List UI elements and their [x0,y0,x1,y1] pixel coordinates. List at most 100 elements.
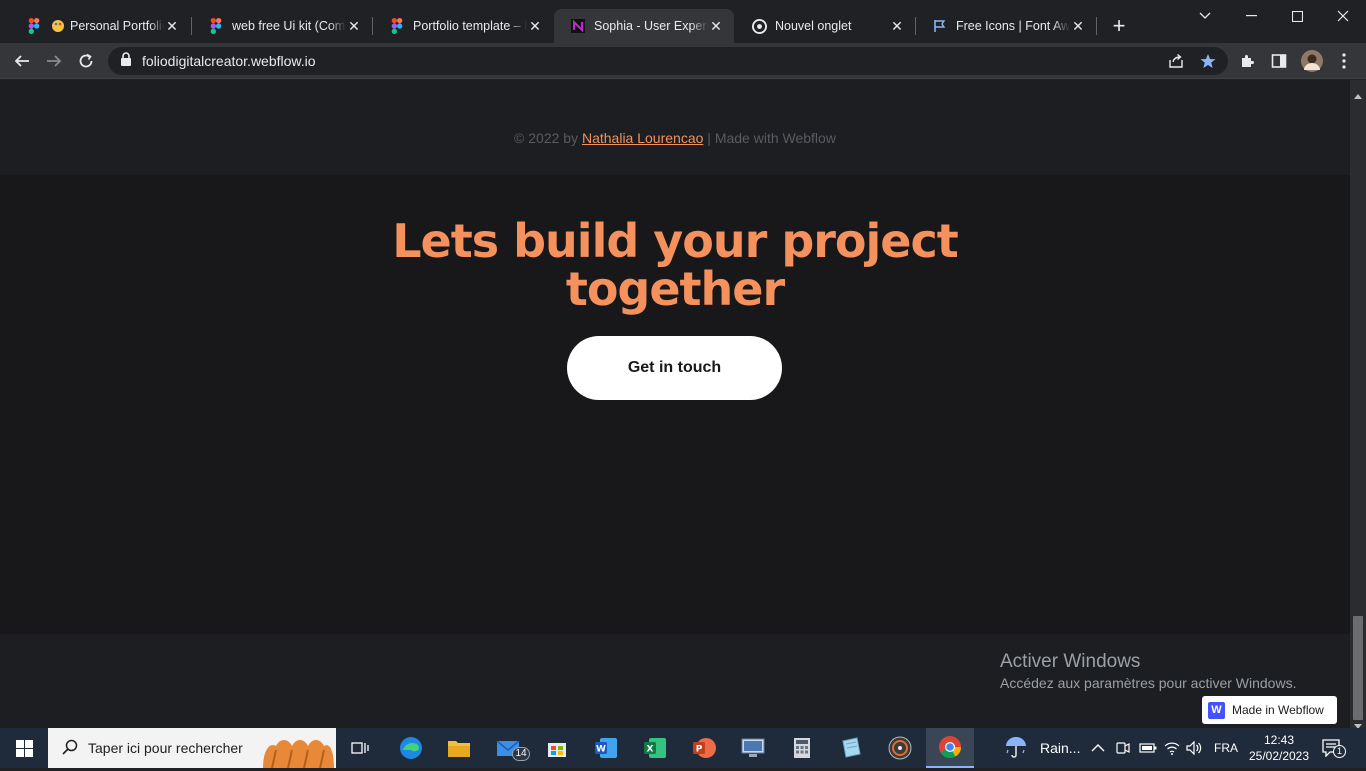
forward-icon[interactable] [40,47,68,75]
previous-section [0,80,1350,175]
tab-portfolio-template[interactable]: Portfolio template – Fi ✕ [373,9,553,43]
cta-headline: Lets build your project together [0,217,1350,313]
figma-icon [389,18,405,34]
copyright-text: © 2022 by [514,130,582,146]
tab-title: Portfolio template – Fi [413,19,527,33]
reload-icon[interactable] [72,47,100,75]
microsoft-store-icon[interactable] [534,728,580,768]
minimize-icon[interactable] [1228,0,1274,32]
svg-text:P: P [696,745,703,755]
footer-credits: © 2022 by Nathalia Lourencao | Made with… [0,130,1350,146]
maximize-icon[interactable] [1274,0,1320,32]
made-in-webflow-badge[interactable]: W Made in Webflow [1202,696,1337,724]
clock-date: 25/02/2023 [1248,749,1310,763]
menu-kebab-icon[interactable] [1330,47,1358,75]
chrome-taskbar-icon[interactable] [926,728,974,768]
bookmark-star-icon[interactable] [1194,47,1222,75]
figma-icon [208,18,224,34]
edge-browser-icon[interactable] [388,728,434,768]
author-link[interactable]: Nathalia Lourencao [582,130,703,146]
scroll-thumb[interactable] [1353,616,1363,720]
tab-personal-portfolio[interactable]: Personal Portfolio ✕ [10,9,190,43]
windows-taskbar: Taper ici pour rechercher 14 W X P Rain.… [0,728,1366,771]
tab-search-icon[interactable] [1182,0,1228,32]
close-tab-icon[interactable]: ✕ [889,18,905,34]
remote-desktop-icon[interactable] [730,728,776,768]
svg-text:X: X [647,745,654,755]
get-in-touch-button[interactable]: Get in touch [567,336,782,400]
back-icon[interactable] [8,47,36,75]
browser-toolbar: foliodigitalcreator.webflow.io [0,43,1366,79]
side-panel-icon[interactable] [1265,47,1293,75]
umbrella-rain-icon [1004,735,1030,762]
tab-nouvel-onglet[interactable]: Nouvel onglet ✕ [735,9,915,43]
made-with-webflow-text: Made with Webflow [714,130,836,146]
close-window-icon[interactable] [1320,0,1366,32]
windows-start-icon[interactable] [0,728,48,768]
show-hidden-icons-chevron-icon[interactable] [1091,728,1105,768]
palette-emoji-icon [50,18,66,34]
input-language-indicator[interactable]: FRA [1214,728,1238,768]
meet-now-camera-icon[interactable] [1116,728,1130,768]
url-text: foliodigitalcreator.webflow.io [142,53,316,69]
mail-icon[interactable]: 14 [486,728,532,768]
chrome-icon [751,18,767,34]
address-bar[interactable]: foliodigitalcreator.webflow.io [108,47,1228,75]
figma-icon [26,18,42,34]
tab-web-free-ui-kit[interactable]: web free Ui kit (Comm ✕ [192,9,372,43]
weather-widget[interactable]: Rain... [1004,728,1080,768]
tab-title: Sophia - User Experien [594,19,708,33]
lock-icon[interactable] [120,51,132,71]
task-view-icon[interactable] [337,728,383,768]
new-tab-button[interactable]: + [1106,13,1132,39]
close-tab-icon[interactable]: ✕ [164,18,180,34]
badge-label: Made in Webflow [1232,703,1324,717]
tab-sophia-active[interactable]: Sophia - User Experien ✕ [554,9,734,43]
calculator-icon[interactable] [779,728,825,768]
file-explorer-icon[interactable] [436,728,482,768]
profile-avatar[interactable] [1298,47,1326,75]
battery-icon[interactable] [1139,728,1157,768]
footer-separator: | [703,130,715,146]
extensions-icon[interactable] [1233,47,1261,75]
tab-separator [1096,17,1097,35]
word-icon[interactable]: W [583,728,629,768]
share-icon[interactable] [1162,47,1190,75]
clock-time: 12:43 [1263,733,1295,747]
close-tab-icon[interactable]: ✕ [708,18,724,34]
mail-unread-badge: 14 [512,747,530,761]
tab-title: Free Icons | Font Awes [956,19,1070,33]
svg-text:W: W [596,745,606,755]
taskbar-search-box[interactable]: Taper ici pour rechercher [48,728,336,771]
tab-title: web free Ui kit (Comm [232,19,346,33]
tab-title: Nouvel onglet [775,19,852,33]
headline-line-2: together [565,262,785,316]
notification-count-badge: 1 [1333,745,1346,758]
tab-font-awesome[interactable]: Free Icons | Font Awes ✕ [916,9,1096,43]
scroll-up-arrow-icon[interactable] [1354,86,1362,104]
weather-text: Rain... [1040,740,1081,756]
page-scrollbar[interactable] [1350,80,1366,729]
close-tab-icon[interactable]: ✕ [527,18,543,34]
flag-icon [932,18,948,34]
volume-icon[interactable] [1186,728,1202,768]
wifi-icon[interactable] [1164,728,1180,768]
webpage-viewport: Lets build your project together Get in … [0,80,1350,728]
windows-activation-watermark: Activer Windows Accédez aux paramètres p… [1000,651,1296,691]
search-placeholder: Taper ici pour rechercher [88,740,243,756]
media-player-icon[interactable] [877,728,923,768]
activation-title: Activer Windows [1000,651,1141,672]
notes-app-icon[interactable] [828,728,874,768]
tab-title: Personal Portfolio [70,19,164,33]
webflow-n-icon [570,18,586,34]
clock[interactable]: 12:43 25/02/2023 [1248,728,1310,768]
search-highlight-illustration-icon [258,730,336,771]
close-tab-icon[interactable]: ✕ [346,18,362,34]
close-tab-icon[interactable]: ✕ [1070,18,1086,34]
headline-line-1: Lets build your project [392,214,959,268]
powerpoint-icon[interactable]: P [681,728,727,768]
notification-center-icon[interactable]: 1 [1322,728,1346,768]
excel-icon[interactable]: X [632,728,678,768]
search-icon [62,739,78,758]
tab-strip: Personal Portfolio ✕ web free Ui kit (Co… [0,0,1366,43]
